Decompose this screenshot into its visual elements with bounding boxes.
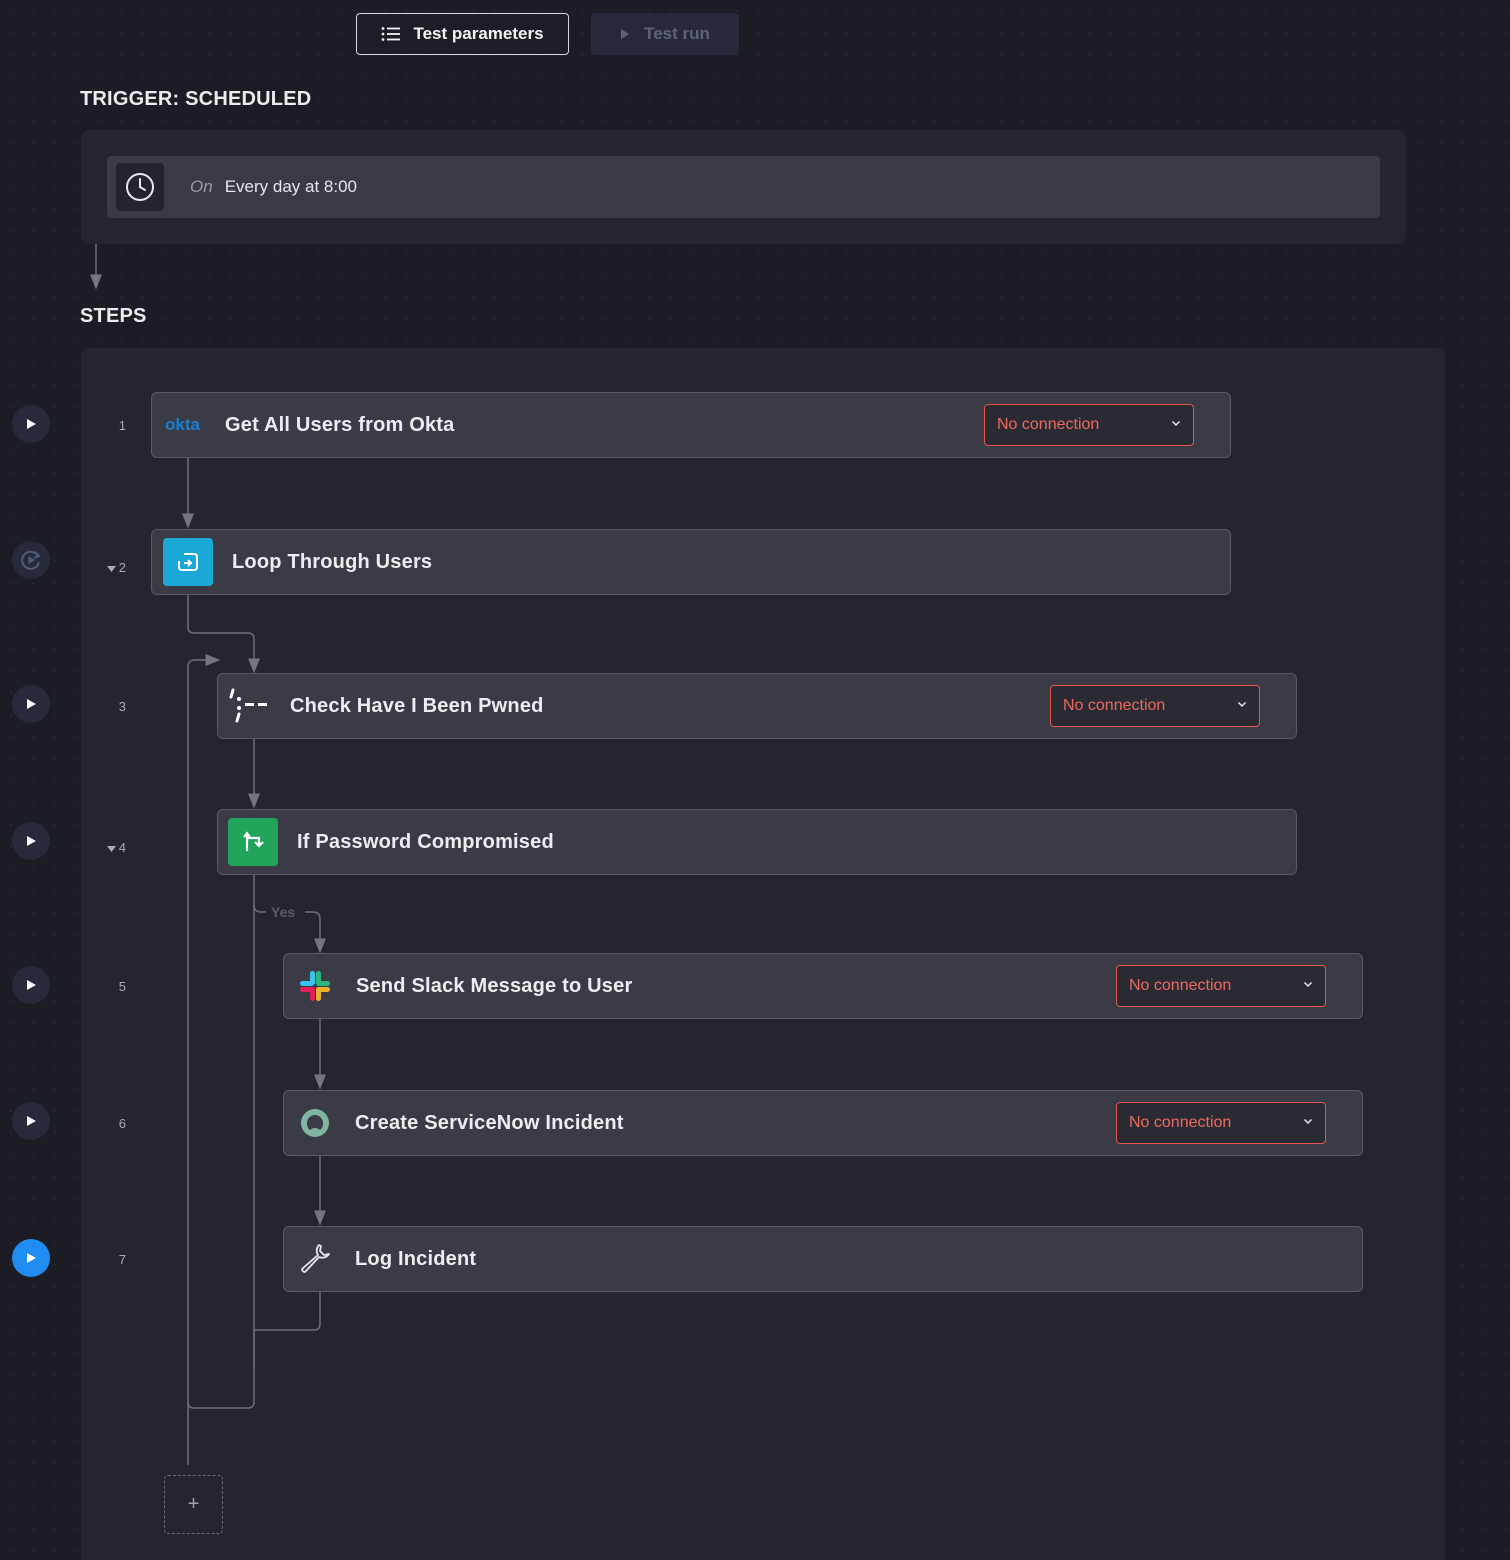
step-number[interactable]: 4 <box>86 840 126 855</box>
collapse-caret-icon <box>106 846 116 852</box>
run-step-7-button[interactable] <box>12 1239 50 1277</box>
chevron-down-icon <box>1237 701 1247 708</box>
branch-yes-label: Yes <box>271 904 296 920</box>
test-parameters-label: Test parameters <box>413 24 544 43</box>
connection-select-value: No connection <box>997 416 1100 433</box>
branch-icon <box>228 818 278 866</box>
okta-logo-icon: okta <box>165 415 200 434</box>
play-icon <box>27 836 36 846</box>
step-title: Send Slack Message to User <box>356 974 633 997</box>
play-icon <box>27 699 36 709</box>
step-number: 7 <box>118 1252 126 1267</box>
trigger-panel: On Every day at 8:00 <box>81 130 1406 244</box>
step-number: 1 <box>118 418 126 433</box>
step-card-create-servicenow-incident[interactable]: Create ServiceNow Incident No connection <box>283 1090 1363 1156</box>
connection-select[interactable]: No connection <box>1116 965 1326 1007</box>
steps-section-title: STEPS <box>80 305 147 327</box>
step-title: Create ServiceNow Incident <box>355 1111 624 1134</box>
step-number: 3 <box>118 699 126 714</box>
step-number[interactable]: 2 <box>86 560 126 575</box>
play-icon <box>27 1116 36 1126</box>
chevron-down-icon <box>1171 420 1181 427</box>
step-title: Get All Users from Okta <box>225 413 455 436</box>
play-icon <box>27 419 36 429</box>
connection-select[interactable]: No connection <box>1116 1102 1326 1144</box>
step-card-loop-through-users[interactable]: Loop Through Users <box>151 529 1231 595</box>
run-step-1-button[interactable] <box>12 405 50 443</box>
connection-select-value: No connection <box>1129 977 1232 994</box>
servicenow-logo-icon <box>297 1106 333 1140</box>
run-step-5-button[interactable] <box>12 966 50 1004</box>
step-card-send-slack-message[interactable]: Send Slack Message to User No connection <box>283 953 1363 1019</box>
test-parameters-button[interactable]: Test parameters <box>356 13 569 55</box>
chevron-down-icon <box>1303 981 1313 988</box>
list-icon <box>381 26 401 42</box>
run-step-6-button[interactable] <box>12 1102 50 1140</box>
run-step-4-button[interactable] <box>12 822 50 860</box>
slack-logo-icon <box>296 968 334 1004</box>
collapse-caret-icon <box>106 566 116 572</box>
step-title: Log Incident <box>355 1247 477 1270</box>
hibp-logo-icon <box>228 686 274 726</box>
connection-select-value: No connection <box>1129 1114 1232 1131</box>
connection-select[interactable]: No connection <box>1050 685 1260 727</box>
step-card-if-password-compromised[interactable]: If Password Compromised <box>217 809 1297 875</box>
play-icon <box>620 28 630 40</box>
test-run-button[interactable]: Test run <box>591 13 739 55</box>
step-card-get-all-users[interactable]: okta Get All Users from Okta No connecti… <box>151 392 1231 458</box>
trigger-section-title: TRIGGER: SCHEDULED <box>80 88 312 110</box>
step-card-check-hibp[interactable]: Check Have I Been Pwned No connection <box>217 673 1297 739</box>
trigger-schedule: Every day at 8:00 <box>224 177 357 196</box>
play-icon <box>27 980 36 990</box>
plus-icon: + <box>187 1493 200 1515</box>
step-title: Loop Through Users <box>232 550 433 573</box>
step-number: 5 <box>118 979 126 994</box>
step-title: Check Have I Been Pwned <box>290 694 544 717</box>
add-step-button[interactable]: + <box>164 1475 223 1534</box>
chevron-down-icon <box>1303 1118 1313 1125</box>
run-step-2-button[interactable] <box>12 541 50 579</box>
trigger-card[interactable]: On Every day at 8:00 <box>107 156 1380 218</box>
play-icon <box>27 1253 36 1263</box>
step-title: If Password Compromised <box>297 830 554 853</box>
connection-select-value: No connection <box>1063 697 1166 714</box>
test-run-label: Test run <box>644 24 710 43</box>
run-step-3-button[interactable] <box>12 685 50 723</box>
clock-icon <box>116 163 164 211</box>
connection-select[interactable]: No connection <box>984 404 1194 446</box>
step-card-log-incident[interactable]: Log Incident <box>283 1226 1363 1292</box>
loop-play-icon <box>21 550 41 570</box>
trigger-on-label: On <box>190 177 213 196</box>
wrench-icon <box>297 1241 333 1277</box>
workflow-editor: Test parameters Test run TRIGGER: SCHEDU… <box>0 0 1510 1560</box>
loop-icon <box>163 538 213 586</box>
step-number: 6 <box>118 1116 126 1131</box>
